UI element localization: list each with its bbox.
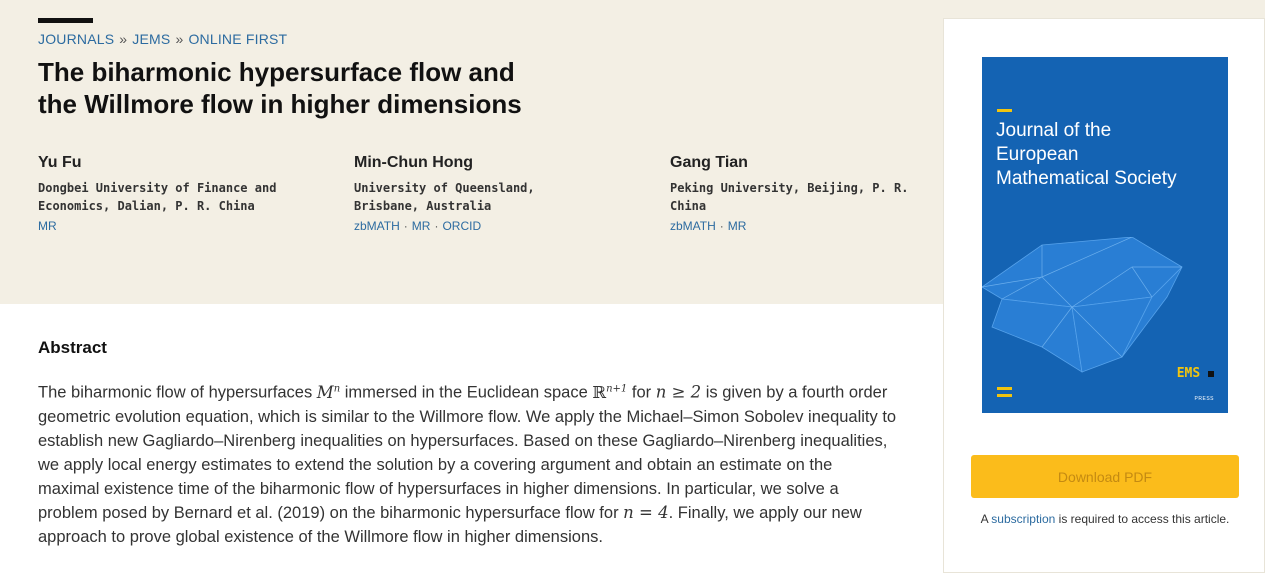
cover-equals-mark [997,387,1012,401]
breadcrumb-jems[interactable]: JEMS [132,31,170,47]
abstract-fragment: for [627,383,656,402]
math-inline: n ≥ 2 [655,382,702,402]
link-separator: · [434,219,439,233]
author-card: Min-Chun Hong University of Queensland, … [354,154,614,234]
subscription-link[interactable]: subscription [991,512,1055,526]
zbmath-link[interactable]: zbMATH [670,219,716,233]
author-links: MR [38,218,298,234]
affiliation-line: Peking University, Beijing, P. R. [670,181,909,195]
affiliation-line: University of Queensland, [354,181,535,195]
title-line: the Willmore flow in higher dimensions [38,89,522,119]
mr-link[interactable]: MR [728,219,747,233]
author-card: Gang Tian Peking University, Beijing, P.… [670,154,930,234]
note-fragment: A [980,512,992,526]
author-name: Yu Fu [38,154,82,171]
breadcrumb-online-first[interactable]: ONLINE FIRST [188,31,287,47]
crystal-icon [982,237,1183,373]
ems-logo: EMS [1176,366,1214,381]
ems-logo-text: EMS [1176,366,1201,381]
orcid-link[interactable]: ORCID [442,219,481,233]
subscription-note: A subscription is required to access thi… [980,510,1230,528]
affiliation-line: Brisbane, Australia [354,199,492,213]
author-name: Min-Chun Hong [354,154,474,171]
affiliation-line: Dongbei University of Finance and [38,181,277,195]
breadcrumb-separator: » [175,31,184,47]
cover-accent-dash [997,109,1012,112]
breadcrumb: JOURNALS» JEMS» ONLINE FIRST [38,31,287,47]
author-affiliation: Peking University, Beijing, P. R. China [670,179,930,215]
abstract-heading: Abstract [38,338,107,357]
page-title: The biharmonic hypersurface flow and the… [38,56,558,120]
affiliation-line: Economics, Dalian, P. R. China [38,199,255,213]
mr-link[interactable]: MR [412,219,431,233]
journal-cover[interactable]: Journal of the European Mathematical Soc… [982,57,1228,413]
affiliation-line: China [670,199,707,213]
link-separator: · [403,219,408,233]
author-links: zbMATH · MR · ORCID [354,218,614,234]
note-fragment: is required to access this article. [1055,512,1230,526]
author-affiliation: Dongbei University of Finance and Econom… [38,179,298,215]
abstract-fragment: The biharmonic flow of hypersurfaces [38,383,317,402]
breadcrumb-separator: » [119,31,128,47]
author-links: zbMATH · MR [670,218,930,234]
header-rule [38,18,93,23]
abstract-fragment: is given by a fourth order geometric evo… [38,383,897,522]
abstract-text: The biharmonic flow of hypersurfaces Mn … [38,377,898,549]
cover-journal-name: Journal of the European Mathematical Soc… [996,120,1177,189]
mr-link[interactable]: MR [38,219,57,233]
abstract-fragment: immersed in the Euclidean space [340,383,593,402]
press-label: PRESS [1194,396,1214,402]
link-separator: · [719,219,724,233]
download-pdf-button[interactable]: Download PDF [971,455,1239,498]
math-inline: ℝn+1 [592,382,628,402]
zbmath-link[interactable]: zbMATH [354,219,400,233]
author-name: Gang Tian [670,154,748,171]
author-affiliation: University of Queensland, Brisbane, Aust… [354,179,614,215]
math-inline: n = 4 [623,502,669,522]
title-line: The biharmonic hypersurface flow and [38,57,515,87]
breadcrumb-journals[interactable]: JOURNALS [38,31,114,47]
author-card: Yu Fu Dongbei University of Finance and … [38,154,298,234]
math-inline: Mn [316,382,341,402]
sidebar: Journal of the European Mathematical Soc… [943,18,1265,573]
